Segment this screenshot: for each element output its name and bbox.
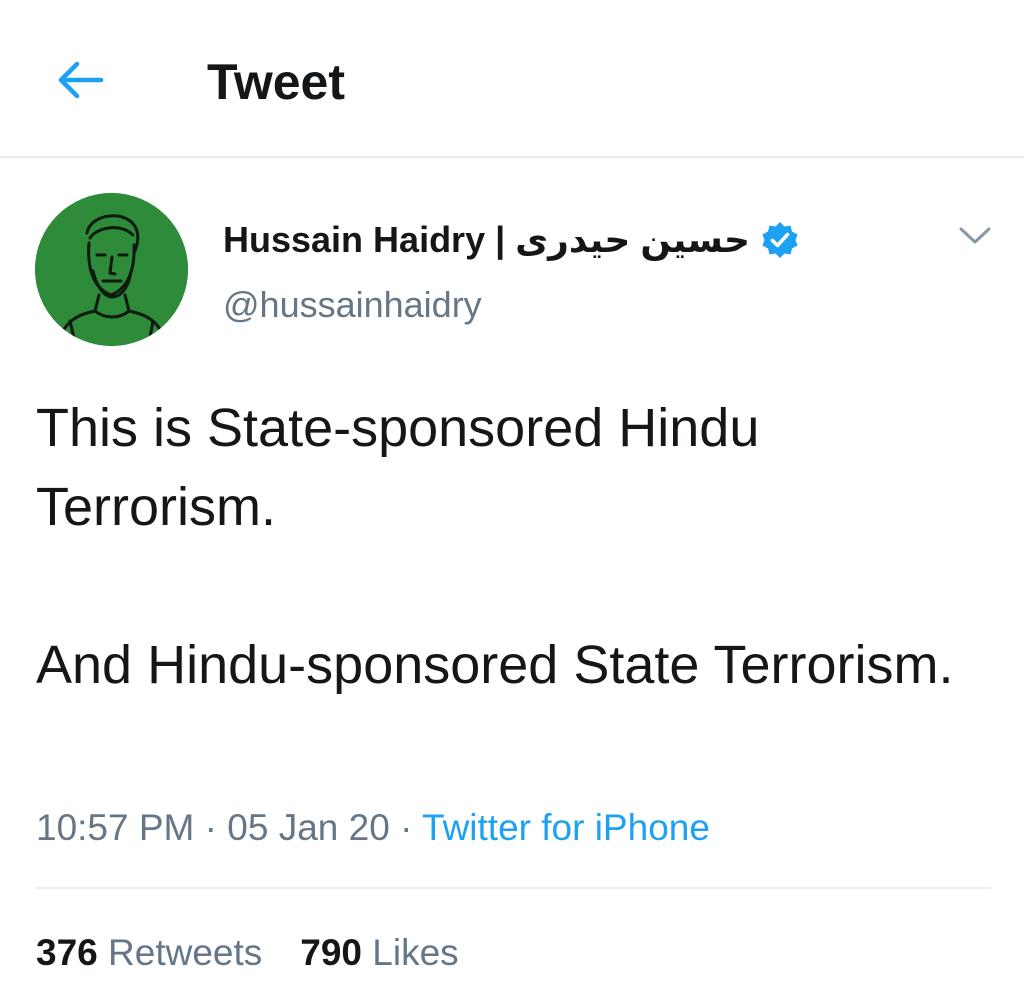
author-name-row[interactable]: Hussain Haidry | حسین حیدری (223, 212, 800, 268)
tweet-source-link[interactable]: Twitter for iPhone (422, 807, 710, 848)
tweet-paragraph: And Hindu-sponsored State Terrorism. (36, 635, 954, 695)
likes-label: Likes (372, 932, 459, 973)
retweets-stat[interactable]: 376 Retweets (36, 928, 262, 978)
back-button[interactable] (50, 52, 110, 108)
divider (36, 887, 991, 889)
page-title: Tweet (207, 54, 345, 110)
author-display-name: Hussain Haidry | حسین حیدری (223, 219, 750, 260)
retweets-label: Retweets (108, 932, 263, 973)
avatar[interactable] (35, 193, 188, 346)
tweet-detail-page: Tweet Hussain Haidry | حسین حیدری @hussa… (0, 0, 1024, 1003)
tweet-date: 05 Jan 20 (227, 807, 390, 848)
user-portrait-illustration (35, 193, 188, 346)
arrow-left-icon (58, 61, 104, 99)
verified-badge-icon (760, 220, 800, 260)
author-handle[interactable]: @hussainhaidry (223, 284, 482, 326)
likes-stat[interactable]: 790 Likes (300, 928, 458, 978)
retweets-count: 376 (36, 932, 98, 973)
tweet-menu-button[interactable] (950, 214, 1000, 258)
tweet-time: 10:57 PM (36, 807, 195, 848)
tweet-text: This is State-sponsored Hindu Terrorism.… (36, 389, 986, 705)
tweet-stats: 376 Retweets 790 Likes (36, 928, 459, 978)
tweet-meta: 10:57 PM · 05 Jan 20 · Twitter for iPhon… (36, 804, 710, 852)
tweet-paragraph: This is State-sponsored Hindu Terrorism. (36, 398, 760, 537)
top-header: Tweet (0, 0, 1024, 158)
meta-separator: · (194, 807, 228, 848)
likes-count: 790 (300, 932, 362, 973)
chevron-down-icon (959, 227, 991, 244)
meta-separator: · (389, 807, 423, 848)
